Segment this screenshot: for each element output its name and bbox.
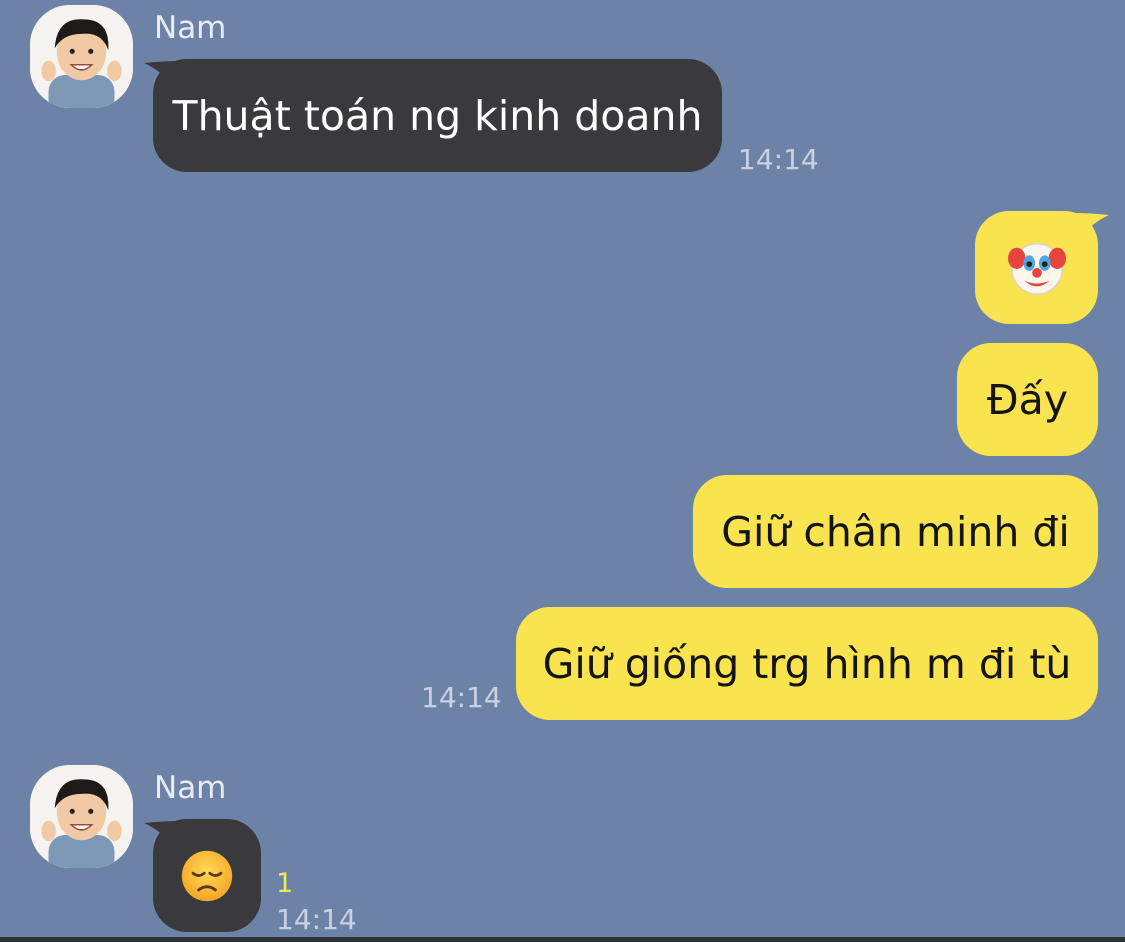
message-bubble-emoji[interactable] <box>153 819 261 932</box>
clown-face-emoji-icon <box>1007 242 1066 295</box>
sender-avatar[interactable] <box>30 5 133 108</box>
chat-room: Nam Thuật toán ng kinh doanh 14:14 Đấy G… <box>0 0 1125 942</box>
message-bubble[interactable]: Đấy <box>957 343 1098 456</box>
unread-count: 1 <box>276 868 294 899</box>
message-time: 14:14 <box>276 903 357 936</box>
message-bubble-emoji[interactable] <box>975 211 1098 324</box>
message-time: 14:14 <box>421 681 502 714</box>
message-bubble[interactable]: Thuật toán ng kinh doanh <box>153 59 722 172</box>
message-bubble[interactable]: Giữ chân minh đi <box>693 475 1098 588</box>
sender-name: Nam <box>154 10 227 46</box>
sender-avatar[interactable] <box>30 765 133 868</box>
message-time: 14:14 <box>738 143 819 176</box>
message-bubble[interactable]: Giữ giống trg hình m đi tù <box>516 607 1098 720</box>
sender-name: Nam <box>154 770 227 806</box>
avatar-photo-icon <box>30 5 133 108</box>
avatar-photo-icon <box>30 765 133 868</box>
bottom-divider <box>0 937 1125 942</box>
disappointed-face-emoji-icon <box>181 850 233 901</box>
